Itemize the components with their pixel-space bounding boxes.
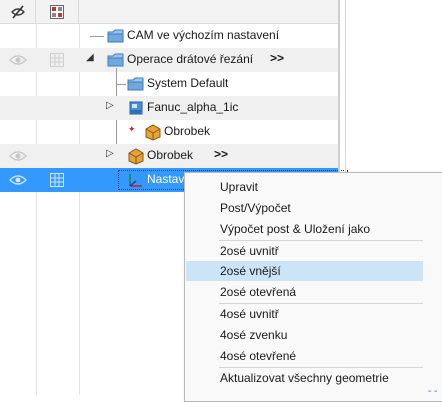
tree-row-label: Fanuc_alpha_1ic — [147, 100, 239, 114]
menu-item-2axis-inside[interactable]: 2osé uvnitř — [186, 241, 423, 261]
tree-row-label: CAM ve výchozím nastavení — [127, 28, 280, 42]
menu-item-2axis-outside[interactable]: 2osé vnější — [186, 261, 423, 281]
eye-icon[interactable] — [9, 54, 27, 66]
scrollbar-track[interactable] — [345, 0, 346, 185]
coordinate-system-icon — [129, 174, 142, 187]
menu-item-2axis-open[interactable]: 2osé otevřená — [186, 282, 423, 302]
visibility-column-header[interactable] — [0, 0, 36, 24]
tree-row-workpiece[interactable]: ▷ Obrobek >> — [0, 144, 338, 168]
eye-icon[interactable] — [9, 150, 27, 162]
tree-row-stock[interactable]: ✦ Obrobek — [0, 120, 338, 144]
active-marker: >> — [214, 147, 229, 161]
grid-red-icon — [50, 5, 64, 19]
workpiece-box-icon — [128, 148, 144, 165]
machine-icon — [129, 101, 143, 115]
tree-row-cam-defaults[interactable]: CAM ve výchozím nastavení — [0, 24, 338, 48]
folder-icon — [127, 77, 144, 91]
tree-row-label: Operace drátové řezání — [127, 52, 254, 66]
expand-triangle-icon[interactable]: ▷ — [106, 100, 114, 111]
grid-icon[interactable] — [50, 53, 64, 67]
visibility-toggle-icon — [10, 5, 25, 19]
eye-icon[interactable] — [9, 174, 27, 186]
tree-header — [0, 0, 340, 24]
menu-item-4axis-inside[interactable]: 4osé uvnitř — [186, 304, 423, 324]
tree-row-label: Obrobek — [147, 148, 194, 162]
tree-connector — [116, 84, 126, 85]
tree-row-machine[interactable]: ▷ Fanuc_alpha_1ic — [0, 96, 338, 120]
tree-connector — [90, 36, 104, 37]
menu-item-post-save-as[interactable]: Výpočet post & Uložení jako — [186, 219, 423, 239]
tree-row-system-default[interactable]: System Default — [0, 72, 338, 96]
menu-item-post-process[interactable]: Post/Výpočet — [186, 198, 423, 218]
menu-item-4axis-open[interactable]: 4osé otevřené — [186, 346, 423, 366]
grid-icon[interactable] — [50, 173, 64, 187]
workpiece-box-icon — [145, 124, 161, 141]
folder-icon — [107, 29, 124, 43]
tree-row-label: Nastav — [147, 172, 185, 186]
tree-row-label: System Default — [147, 76, 229, 90]
folder-icon — [107, 53, 124, 67]
menu-item-update-geometries[interactable]: Aktualizovat všechny geometrie — [186, 368, 423, 388]
tree-row-wire-operations[interactable]: ◢ Operace drátové řezání >> — [0, 48, 338, 72]
grid-column-header[interactable] — [36, 0, 79, 24]
menu-item-4axis-outside[interactable]: 4osé zvenku — [186, 325, 423, 345]
menu-item-edit[interactable]: Upravit — [186, 177, 423, 197]
context-menu: Upravit Post/Výpočet Výpočet post & Ulož… — [184, 172, 442, 402]
active-marker: >> — [270, 51, 285, 65]
tree-row-label: Obrobek — [164, 124, 211, 138]
collapse-triangle-icon[interactable]: ◢ — [86, 52, 94, 63]
view-axis-marker: - - — [428, 386, 438, 397]
red-marker-icon: ✦ — [128, 124, 136, 134]
expand-triangle-icon[interactable]: ▷ — [106, 148, 114, 159]
